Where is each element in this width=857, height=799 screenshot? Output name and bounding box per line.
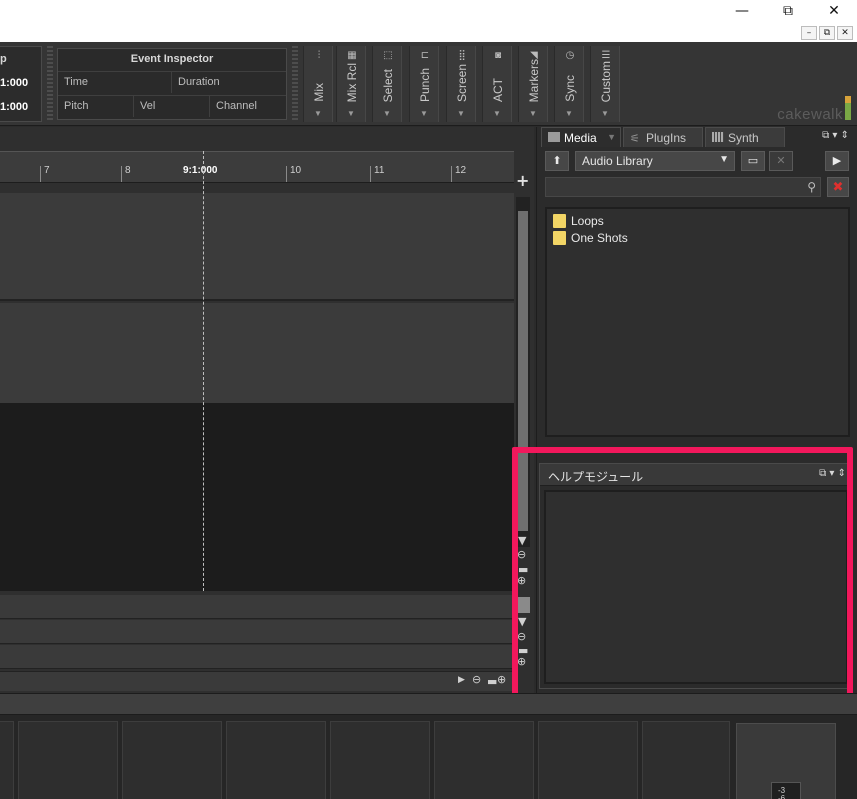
close-button[interactable]: ✕	[811, 0, 857, 24]
ruler-tick-10: 10	[286, 166, 301, 182]
tab-mix[interactable]: ⫶ Mix ▼	[303, 46, 333, 122]
content-location-select[interactable]: Audio Library ▼	[575, 151, 735, 171]
view-options-button[interactable]: ▭	[741, 151, 765, 171]
tab-plugins[interactable]: ⚟ PlugIns	[623, 127, 703, 147]
velocity-field[interactable]: Vel	[134, 95, 210, 117]
h-zoom-out-icon[interactable]: ⊖	[472, 673, 481, 686]
tab-synth[interactable]: Synth	[705, 127, 785, 147]
screenset-icon: ⣿	[458, 50, 466, 61]
time-value-2[interactable]: 1:000	[0, 101, 28, 113]
bus-lane-3[interactable]	[0, 645, 514, 669]
mdi-restore-button[interactable]: ⧉	[819, 26, 835, 40]
clock-icon: ◷	[565, 50, 575, 61]
tab-mix-recall[interactable]: ▦ Mix Rcl ▼	[336, 46, 366, 122]
track-lane-2[interactable]	[0, 303, 514, 403]
mdi-close-button[interactable]: ✕	[837, 26, 853, 40]
channel-strip[interactable]	[18, 721, 118, 799]
list-item[interactable]: Loops	[553, 213, 604, 229]
tab-select[interactable]: ⬚ Select ▼	[372, 46, 402, 122]
tab-media[interactable]: Media ▼	[541, 127, 621, 147]
list-item[interactable]: One Shots	[553, 230, 628, 246]
chevron-down-icon: ▼	[719, 154, 729, 165]
module-grip[interactable]	[47, 46, 53, 122]
restore-button[interactable]: ⧉	[765, 0, 811, 24]
ruler-tick-12: 12	[451, 166, 466, 182]
master-strip[interactable]: -3 -6	[736, 723, 836, 799]
cpu-meter	[845, 96, 851, 120]
delete-location-button[interactable]: ✕	[769, 151, 793, 171]
search-icon: ⚲	[807, 180, 816, 194]
channel-strip[interactable]	[434, 721, 534, 799]
window-titlebar: — ⧉ ✕ – ⧉ ✕	[0, 0, 857, 42]
time-module: p 1:000 1:000	[0, 46, 42, 122]
folder-icon	[553, 214, 566, 228]
track-view: 7 8 9:1:000 10 11 12 + ▼ ⊖ ▬ ⊕ ▼ ⊖ ▬ ⊕ ▶…	[0, 127, 534, 693]
preview-play-button[interactable]: ▶	[825, 151, 849, 171]
ruler-tick-now: 9:1:000	[183, 165, 218, 176]
horizontal-scrollbar[interactable]: ▶ ⊖ ▬ ⊕	[0, 671, 514, 691]
pitch-field[interactable]: Pitch	[58, 95, 134, 117]
up-folder-button[interactable]: ⬆	[545, 151, 569, 171]
event-inspector: Event Inspector Time Duration Pitch Vel …	[57, 48, 287, 120]
duration-field[interactable]: Duration	[172, 71, 286, 93]
help-module-highlight	[512, 447, 853, 723]
cakewalk-window: — ⧉ ✕ – ⧉ ✕ p 1:000 1:000 Event Inspecto…	[0, 0, 857, 799]
channel-strip[interactable]	[330, 721, 430, 799]
track-lane-1[interactable]	[0, 193, 514, 301]
clear-search-button[interactable]: ✖	[827, 177, 849, 197]
add-track-button[interactable]: +	[516, 171, 529, 190]
chevron-down-icon: ▼	[607, 132, 616, 142]
ruler-tick-8: 8	[121, 166, 131, 182]
meter-scale: -3 -6	[771, 782, 801, 799]
cakewalk-logo: cakewalk	[777, 106, 843, 123]
scroll-right-icon[interactable]: ▶	[458, 675, 465, 685]
plugin-icon: ⚟	[630, 133, 640, 145]
time-value-1[interactable]: 1:000	[0, 77, 28, 89]
channel-strip[interactable]	[226, 721, 326, 799]
bus-lane-2[interactable]	[0, 620, 514, 644]
bus-lane-1[interactable]	[0, 595, 514, 619]
console-strip-area: -3 -6	[0, 715, 857, 799]
tab-punch[interactable]: ⊏ Punch ▼	[409, 46, 439, 122]
time-field[interactable]: Time	[58, 71, 172, 93]
keyboard-icon	[712, 132, 724, 142]
control-bar: p 1:000 1:000 Event Inspector Time Durat…	[0, 42, 857, 126]
channel-strip[interactable]	[538, 721, 638, 799]
channel-field[interactable]: Channel	[210, 95, 286, 117]
mdi-controls: – ⧉ ✕	[797, 24, 857, 42]
mix-recall-icon: ▦	[347, 50, 357, 61]
browser-toolbar: ⬆ Audio Library ▼ ▭ ✕ ▶	[545, 151, 850, 173]
select-icon: ⬚	[383, 50, 393, 61]
folder-icon	[548, 132, 560, 142]
h-zoom-in-icon[interactable]: ⊕	[497, 673, 506, 686]
tab-act[interactable]: ◙ ACT ▼	[482, 46, 512, 122]
time-module-header: p	[0, 53, 7, 65]
module-grip-2[interactable]	[292, 46, 298, 122]
tab-sync[interactable]: ◷ Sync ▼	[554, 46, 584, 122]
punch-icon: ⊏	[420, 50, 430, 61]
media-file-list[interactable]: Loops One Shots	[545, 207, 850, 437]
search-input[interactable]: ⚲	[545, 177, 821, 197]
pane-controls[interactable]: ⧉ ▾ ⇕	[822, 130, 849, 141]
folder-icon	[553, 231, 566, 245]
event-inspector-title: Event Inspector	[130, 53, 214, 65]
now-time-cursor	[203, 151, 204, 591]
mdi-minimize-button[interactable]: –	[801, 26, 817, 40]
multidock-divider[interactable]	[0, 693, 857, 715]
act-icon: ◙	[494, 50, 502, 61]
time-ruler[interactable]: 7 8 9:1:000 10 11 12	[0, 151, 514, 183]
channel-strip[interactable]	[642, 721, 730, 799]
tab-screen[interactable]: ⣿ Screen ▼	[446, 46, 476, 122]
tab-custom[interactable]: ☰ Custom ▼	[590, 46, 620, 122]
tab-markers[interactable]: ◥ Markers ▼	[518, 46, 548, 122]
mixer-icon: ⫶	[317, 50, 321, 61]
channel-strip[interactable]	[0, 721, 14, 799]
ruler-tick-11: 11	[370, 166, 384, 182]
h-zoom-level-icon[interactable]: ▬	[487, 675, 497, 688]
empty-track-area[interactable]	[0, 403, 514, 591]
ruler-tick-7: 7	[40, 166, 50, 182]
minimize-button[interactable]: —	[719, 0, 765, 24]
channel-strip[interactable]	[122, 721, 222, 799]
